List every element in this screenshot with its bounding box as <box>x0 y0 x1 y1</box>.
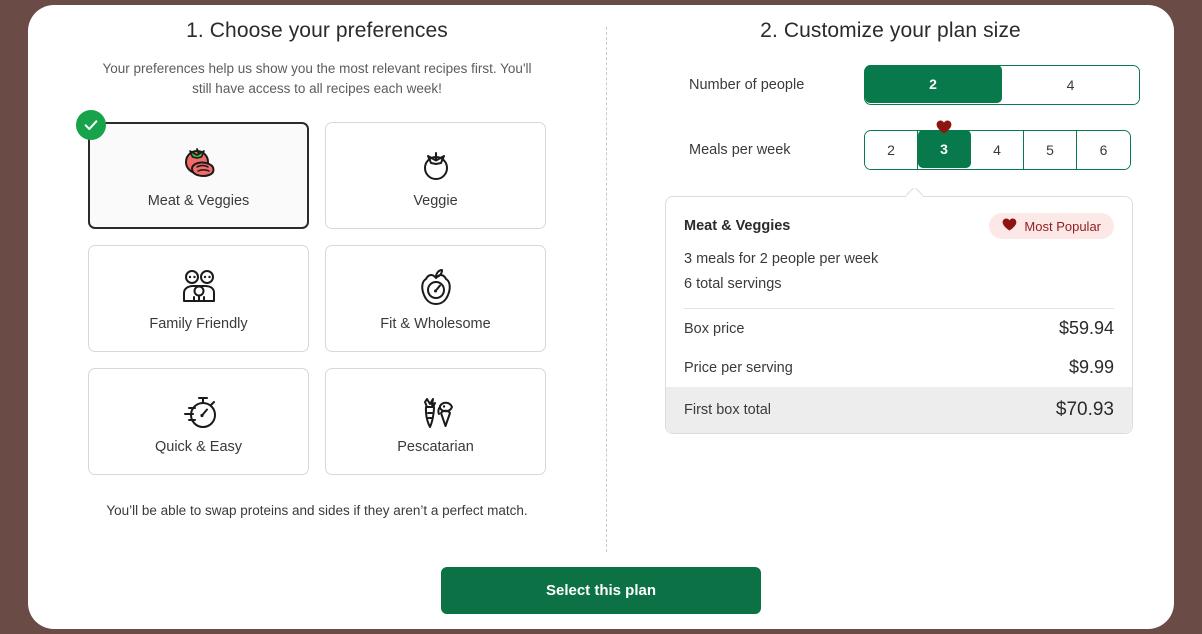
price-value: $59.94 <box>1059 318 1114 339</box>
meals-option-5[interactable]: 5 <box>1024 131 1077 169</box>
number-of-people-label: Number of people <box>689 77 864 93</box>
meals-option-6[interactable]: 6 <box>1077 131 1130 169</box>
preference-card-label: Veggie <box>413 193 457 209</box>
heart-icon <box>936 120 952 136</box>
preference-card-pescatarian[interactable]: Pescatarian <box>325 368 546 475</box>
plan-summary-card: Meat & Veggies Most Popular 3 meals for … <box>665 196 1133 434</box>
people-option-2[interactable]: 2 <box>865 65 1002 103</box>
heart-icon <box>1002 218 1017 234</box>
family-icon <box>177 266 221 310</box>
price-row-first-box-total: First box total $70.93 <box>666 387 1132 433</box>
preference-card-grid: Meat & Veggies Veggie <box>88 122 546 475</box>
select-this-plan-button[interactable]: Select this plan <box>441 567 761 614</box>
meals-option-4[interactable]: 4 <box>971 131 1024 169</box>
tomato-steak-icon <box>178 143 220 187</box>
preferences-column: 1. Choose your preferences Your preferen… <box>28 5 606 565</box>
preference-card-label: Quick & Easy <box>155 439 242 455</box>
number-of-people-selector[interactable]: 2 4 <box>864 65 1140 105</box>
preferences-title: 1. Choose your preferences <box>28 19 606 43</box>
price-label: Price per serving <box>684 360 793 376</box>
summary-pointer <box>906 188 923 197</box>
summary-detail-line-1: 3 meals for 2 people per week <box>684 251 1114 267</box>
preference-card-veggie[interactable]: Veggie <box>325 122 546 229</box>
preferences-description: Your preferences help us show you the mo… <box>91 59 543 99</box>
price-label: First box total <box>684 402 771 418</box>
tomato-outline-icon <box>416 143 456 187</box>
meals-per-week-selector[interactable]: 2 3 4 5 6 <box>864 130 1131 170</box>
most-popular-badge: Most Popular <box>989 213 1114 239</box>
meals-per-week-row: Meals per week 2 3 4 5 <box>607 130 1174 170</box>
selected-check-icon <box>76 110 106 140</box>
price-row-price-per-serving: Price per serving $9.99 <box>666 348 1132 387</box>
preference-card-family-friendly[interactable]: Family Friendly <box>88 245 309 352</box>
screen: 1. Choose your preferences Your preferen… <box>0 0 1202 634</box>
carrot-fish-icon <box>414 389 458 433</box>
meals-option-3[interactable]: 3 <box>918 130 971 168</box>
cta-area: Select this plan <box>28 567 1174 629</box>
price-label: Box price <box>684 321 744 337</box>
preference-card-label: Family Friendly <box>149 316 247 332</box>
price-row-box-price: Box price $59.94 <box>666 309 1132 348</box>
plan-size-title: 2. Customize your plan size <box>607 19 1174 43</box>
preference-card-quick-and-easy[interactable]: Quick & Easy <box>88 368 309 475</box>
stopwatch-icon <box>177 389 221 433</box>
preference-card-label: Pescatarian <box>397 439 474 455</box>
summary-plan-name: Meat & Veggies <box>684 218 790 234</box>
plan-size-column: 2. Customize your plan size Number of pe… <box>607 5 1174 565</box>
preference-card-label: Meat & Veggies <box>148 193 250 209</box>
most-popular-badge-label: Most Popular <box>1024 219 1101 234</box>
summary-detail-line-2: 6 total servings <box>684 276 1114 292</box>
preference-card-label: Fit & Wholesome <box>380 316 490 332</box>
preference-card-meat-and-veggies[interactable]: Meat & Veggies <box>88 122 309 229</box>
people-option-4[interactable]: 4 <box>1002 66 1139 104</box>
plan-selector-panel: 1. Choose your preferences Your preferen… <box>28 5 1174 629</box>
preference-card-fit-and-wholesome[interactable]: Fit & Wholesome <box>325 245 546 352</box>
apple-gauge-icon <box>416 266 456 310</box>
price-value: $9.99 <box>1069 357 1114 378</box>
meals-option-3-label: 3 <box>940 141 948 157</box>
swap-note: You’ll be able to swap proteins and side… <box>28 503 606 518</box>
price-value: $70.93 <box>1056 399 1114 421</box>
meals-option-2[interactable]: 2 <box>865 131 918 169</box>
number-of-people-row: Number of people 2 4 <box>607 65 1174 105</box>
meals-per-week-label: Meals per week <box>689 142 864 158</box>
